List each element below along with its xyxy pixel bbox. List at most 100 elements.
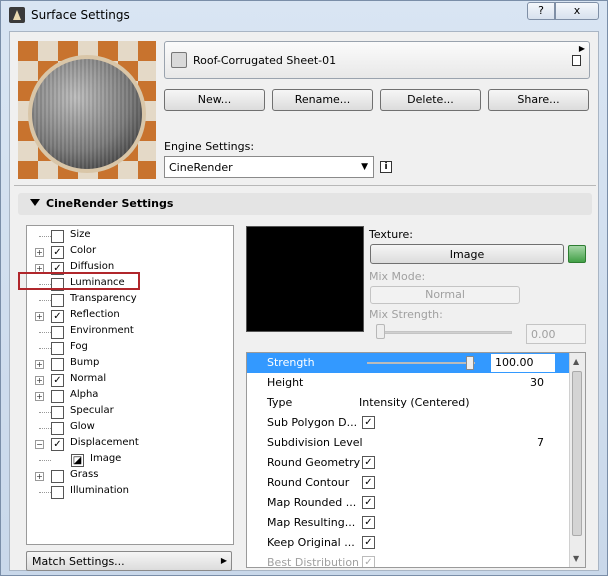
param-row-best-distribution[interactable]: Best Distribution ✓ bbox=[247, 553, 569, 568]
engine-select[interactable]: CineRender ▼ bbox=[164, 156, 374, 178]
map-resulting-checkbox[interactable]: ✓ bbox=[362, 516, 375, 529]
tree-item-label: Color bbox=[70, 245, 97, 256]
scroll-up-icon[interactable]: ▲ bbox=[573, 357, 579, 366]
tree-item[interactable]: Fog bbox=[27, 340, 227, 356]
tree-item[interactable]: − ✓ Displacement bbox=[27, 436, 227, 452]
keep-original-checkbox[interactable]: ✓ bbox=[362, 536, 375, 549]
surface-settings-window: Surface Settings ? x Roof-Corrugated She… bbox=[0, 0, 608, 576]
tree-expander-icon[interactable]: + bbox=[35, 248, 44, 257]
chevron-right-icon[interactable]: ▶ bbox=[579, 44, 585, 53]
subdivision-value[interactable]: 7 bbox=[537, 436, 544, 449]
dialog-body: Roof-Corrugated Sheet-01 ▶ New... Rename… bbox=[9, 31, 599, 571]
param-row-strength[interactable]: Strength 100.00 bbox=[247, 353, 569, 373]
param-row-sub-polygon[interactable]: Sub Polygon D... ✓ bbox=[247, 413, 569, 433]
sub-polygon-checkbox[interactable]: ✓ bbox=[362, 416, 375, 429]
param-row-height[interactable]: Height 30 bbox=[247, 373, 569, 393]
tree-expander-icon[interactable]: + bbox=[35, 392, 44, 401]
strength-input[interactable]: 100.00 bbox=[491, 354, 555, 372]
divider bbox=[14, 185, 596, 186]
tree-checkbox[interactable]: ✓ bbox=[51, 438, 64, 451]
tree-checkbox[interactable] bbox=[51, 342, 64, 355]
tree-expander-icon[interactable]: + bbox=[35, 312, 44, 321]
engine-settings-label: Engine Settings: bbox=[164, 140, 255, 153]
strength-slider[interactable] bbox=[367, 362, 475, 364]
tree-item[interactable]: + Alpha bbox=[27, 388, 227, 404]
tree-item[interactable]: Specular bbox=[27, 404, 227, 420]
params-scrollbar[interactable]: ▲ ▼ bbox=[569, 353, 585, 567]
tree-item[interactable]: + ✓ Normal bbox=[27, 372, 227, 388]
mix-strength-slider[interactable] bbox=[378, 331, 512, 334]
scrollbar-thumb[interactable] bbox=[572, 371, 582, 536]
tree-checkbox[interactable]: ✓ bbox=[51, 310, 64, 323]
tree-expander-icon[interactable]: + bbox=[35, 472, 44, 481]
height-value[interactable]: 30 bbox=[530, 376, 544, 389]
close-button[interactable]: x bbox=[555, 2, 599, 20]
tree-item[interactable]: + Bump bbox=[27, 356, 227, 372]
sub-polygon-label: Sub Polygon D... bbox=[267, 416, 358, 429]
tree-connector bbox=[39, 412, 51, 413]
tree-checkbox[interactable]: ✓ bbox=[51, 246, 64, 259]
mix-strength-input[interactable]: 0.00 bbox=[526, 324, 586, 344]
best-distribution-label: Best Distribution bbox=[267, 556, 360, 568]
help-button[interactable]: ? bbox=[527, 2, 555, 20]
new-button[interactable]: New... bbox=[164, 89, 265, 111]
param-row-map-resulting[interactable]: Map Resulting... ✓ bbox=[247, 513, 569, 533]
engine-select-value: CineRender bbox=[169, 161, 233, 174]
tree-checkbox[interactable] bbox=[51, 230, 64, 243]
chevron-down-icon: ▼ bbox=[361, 162, 368, 172]
tree-item-label: Displacement bbox=[70, 437, 139, 448]
tree-checkbox[interactable] bbox=[51, 294, 64, 307]
tree-expander-icon[interactable]: + bbox=[35, 360, 44, 369]
mix-strength-thumb[interactable] bbox=[376, 324, 385, 339]
tree-checkbox[interactable] bbox=[51, 406, 64, 419]
tree-item[interactable]: Glow bbox=[27, 420, 227, 436]
rename-button[interactable]: Rename... bbox=[272, 89, 373, 111]
param-row-round-geometry[interactable]: Round Geometry ✓ bbox=[247, 453, 569, 473]
scroll-down-icon[interactable]: ▼ bbox=[573, 554, 579, 563]
tree-item[interactable]: + Grass bbox=[27, 468, 227, 484]
round-contour-checkbox[interactable]: ✓ bbox=[362, 476, 375, 489]
strength-slider-thumb[interactable] bbox=[466, 356, 474, 370]
surface-name-selector[interactable]: Roof-Corrugated Sheet-01 ▶ bbox=[164, 41, 590, 79]
tree-item[interactable]: Size bbox=[27, 228, 227, 244]
texture-image-button[interactable]: Image bbox=[370, 244, 564, 264]
type-value[interactable]: Intensity (Centered) bbox=[359, 396, 470, 409]
tree-item-label: Specular bbox=[70, 405, 114, 416]
param-row-type[interactable]: Type Intensity (Centered) bbox=[247, 393, 569, 413]
tree-item[interactable]: + ✓ Reflection bbox=[27, 308, 227, 324]
tree-item[interactable]: Environment bbox=[27, 324, 227, 340]
tree-checkbox[interactable] bbox=[51, 422, 64, 435]
round-geometry-checkbox[interactable]: ✓ bbox=[362, 456, 375, 469]
tree-expander-icon[interactable]: + bbox=[35, 376, 44, 385]
tree-item[interactable]: Illumination bbox=[27, 484, 227, 500]
param-row-keep-original[interactable]: Keep Original ... ✓ bbox=[247, 533, 569, 553]
tree-checkbox[interactable] bbox=[51, 326, 64, 339]
param-row-map-rounded[interactable]: Map Rounded ... ✓ bbox=[247, 493, 569, 513]
round-geometry-label: Round Geometry bbox=[267, 456, 361, 469]
subdivision-label: Subdivision Level bbox=[267, 436, 363, 449]
info-icon[interactable]: i bbox=[380, 161, 392, 173]
tree-expander-icon[interactable]: − bbox=[35, 440, 44, 449]
param-row-subdivision[interactable]: Subdivision Level 7 bbox=[247, 433, 569, 453]
tree-item[interactable]: Transparency bbox=[27, 292, 227, 308]
mix-mode-select[interactable]: Normal bbox=[370, 286, 520, 304]
cinerender-settings-header[interactable]: CineRender Settings bbox=[18, 193, 592, 215]
tree-checkbox[interactable] bbox=[51, 486, 64, 499]
document-icon[interactable] bbox=[572, 55, 581, 66]
texture-browse-icon[interactable] bbox=[568, 245, 586, 263]
tree-item-label: Glow bbox=[70, 421, 95, 432]
delete-button[interactable]: Delete... bbox=[380, 89, 481, 111]
tree-item[interactable]: ◪ Image bbox=[27, 452, 227, 468]
tree-checkbox[interactable] bbox=[51, 470, 64, 483]
map-rounded-checkbox[interactable]: ✓ bbox=[362, 496, 375, 509]
tree-checkbox[interactable] bbox=[51, 358, 64, 371]
share-button[interactable]: Share... bbox=[488, 89, 589, 111]
param-row-round-contour[interactable]: Round Contour ✓ bbox=[247, 473, 569, 493]
tree-checkbox[interactable]: ✓ bbox=[51, 374, 64, 387]
tree-checkbox[interactable] bbox=[51, 390, 64, 403]
tree-item[interactable]: + ✓ Color bbox=[27, 244, 227, 260]
tree-connector bbox=[39, 332, 51, 333]
displacement-params: Strength 100.00 Height 30 Type Intensity… bbox=[246, 352, 586, 568]
title-bar[interactable]: Surface Settings ? x bbox=[1, 1, 607, 29]
match-settings-button[interactable]: Match Settings... ▶ bbox=[26, 551, 232, 571]
